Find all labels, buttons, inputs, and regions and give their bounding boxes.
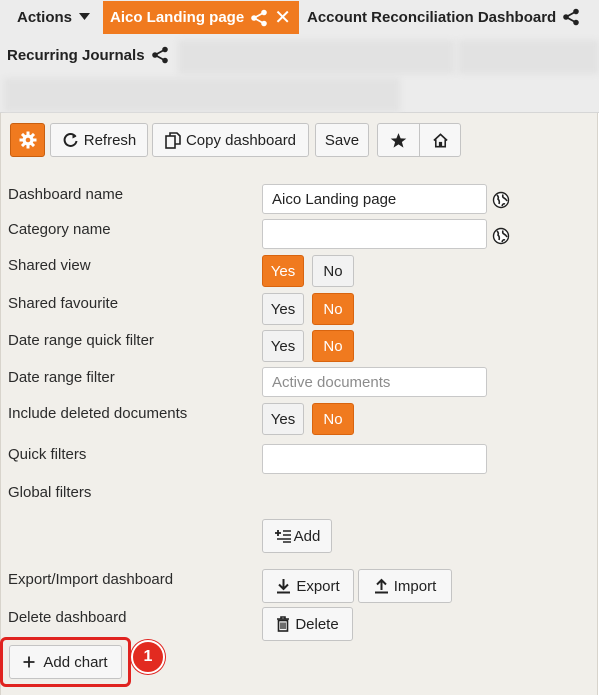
include-deleted-no-button[interactable]: No	[312, 403, 354, 435]
category-name-label: Category name	[8, 221, 111, 238]
shared-favourite-yes-button[interactable]: Yes	[262, 293, 304, 325]
settings-button[interactable]	[10, 123, 45, 157]
gear-icon	[19, 131, 36, 149]
favourite-home-group	[377, 123, 461, 157]
tab-obscured[interactable]	[458, 40, 599, 74]
home-icon	[432, 132, 448, 147]
save-button[interactable]: Save	[315, 123, 369, 157]
caret-down-icon	[79, 13, 91, 20]
tab-label: Account Reconciliation Dashboard	[307, 8, 557, 26]
refresh-icon	[63, 132, 78, 147]
home-button[interactable]	[419, 124, 460, 156]
copy-icon	[165, 131, 181, 149]
tab-account-reconciliation-dashboard[interactable]: Account Reconciliation Dashboard	[307, 0, 580, 34]
include-deleted-yes-button[interactable]: Yes	[262, 403, 304, 435]
step-number-badge: 1	[131, 640, 165, 674]
quick-filters-label: Quick filters	[8, 446, 87, 463]
share-icon[interactable]	[562, 8, 580, 26]
add-global-filter-button[interactable]: Add	[262, 519, 332, 553]
add-filter-icon	[274, 530, 291, 543]
delete-dashboard-label: Delete dashboard	[8, 609, 127, 626]
delete-label: Delete	[295, 615, 339, 633]
include-deleted-label: Include deleted documents	[8, 405, 188, 422]
refresh-button[interactable]: Refresh	[50, 123, 148, 157]
date-range-quick-yes-button[interactable]: Yes	[262, 330, 304, 362]
global-filters-label: Global filters	[8, 484, 92, 501]
date-range-quick-filter-label: Date range quick filter	[8, 332, 154, 349]
add-label: Add	[293, 527, 321, 545]
date-range-filter-label: Date range filter	[8, 369, 115, 386]
globe-icon[interactable]	[492, 227, 510, 245]
share-icon[interactable]	[250, 9, 268, 27]
export-button[interactable]: Export	[262, 569, 354, 603]
import-button[interactable]: Import	[358, 569, 452, 603]
shared-view-yes-button[interactable]: Yes	[262, 255, 304, 287]
globe-icon[interactable]	[492, 191, 510, 209]
tab-label: Aico Landing page	[110, 9, 245, 26]
dashboard-name-input[interactable]	[262, 184, 487, 214]
dashboard-settings-panel: Refresh Copy dashboard Save Dashboard na…	[0, 113, 598, 695]
share-icon[interactable]	[151, 46, 169, 64]
shared-view-no-button[interactable]: No	[312, 255, 354, 287]
dashboard-name-label: Dashboard name	[8, 186, 124, 203]
tab-bar: Actions Aico Landing page ✕ Account Reco…	[0, 0, 599, 113]
trash-icon	[277, 616, 290, 632]
actions-label: Actions	[17, 8, 73, 26]
tab-label: Recurring Journals	[7, 46, 145, 64]
tab-recurring-journals[interactable]: Recurring Journals	[7, 38, 169, 72]
tab-aico-landing-page[interactable]: Aico Landing page ✕	[103, 1, 299, 34]
export-label: Export	[296, 577, 340, 595]
export-import-label: Export/Import dashboard	[8, 571, 174, 588]
tab-obscured[interactable]	[4, 78, 400, 112]
star-icon	[390, 132, 407, 148]
favourite-button[interactable]	[378, 124, 419, 156]
copy-dashboard-button[interactable]: Copy dashboard	[152, 123, 309, 157]
refresh-label: Refresh	[83, 131, 137, 149]
upload-icon	[374, 578, 388, 594]
date-range-quick-no-button[interactable]: No	[312, 330, 354, 362]
actions-menu[interactable]: Actions	[17, 0, 91, 34]
shared-favourite-no-button[interactable]: No	[312, 293, 354, 325]
tab-obscured[interactable]	[178, 40, 454, 74]
import-label: Import	[393, 577, 437, 595]
date-range-filter-input[interactable]	[262, 367, 487, 397]
close-icon[interactable]: ✕	[274, 8, 291, 28]
add-chart-highlight	[0, 637, 131, 687]
delete-button[interactable]: Delete	[262, 607, 353, 641]
save-label: Save	[324, 131, 360, 149]
shared-view-label: Shared view	[8, 257, 91, 274]
shared-favourite-label: Shared favourite	[8, 295, 119, 312]
copy-dashboard-label: Copy dashboard	[185, 131, 297, 149]
quick-filters-input[interactable]	[262, 444, 487, 474]
download-icon	[277, 579, 291, 594]
category-name-input[interactable]	[262, 219, 487, 249]
